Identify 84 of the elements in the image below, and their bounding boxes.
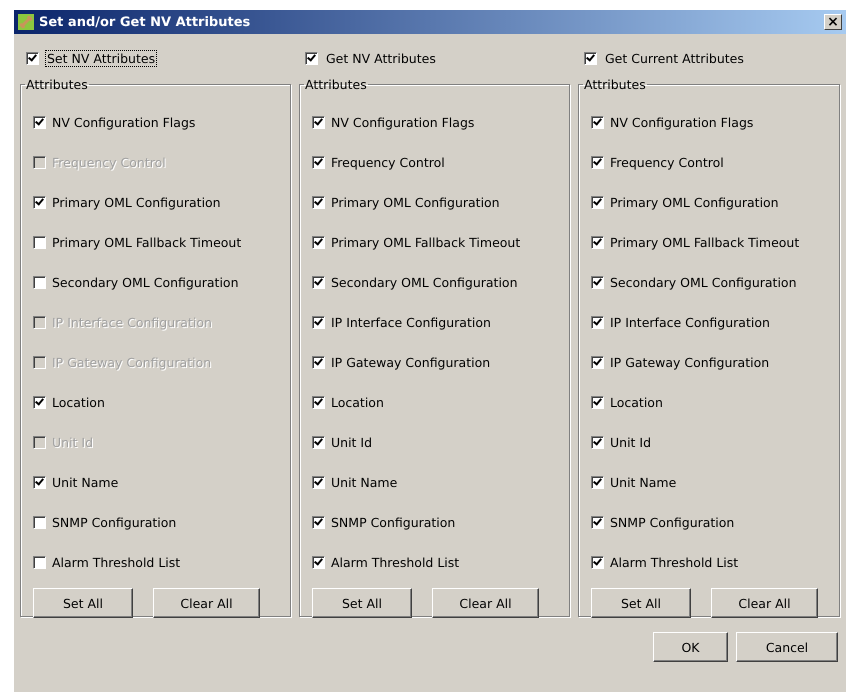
checkbox-label: Secondary OML Configuration — [610, 274, 797, 290]
checkbox-label: Primary OML Configuration — [331, 194, 500, 210]
checkbox[interactable] — [591, 436, 604, 448]
checkbox[interactable] — [312, 476, 325, 488]
action-button[interactable]: Clear All — [711, 588, 818, 618]
checkbox-label: Primary OML Configuration — [52, 194, 221, 210]
checkbox[interactable] — [312, 316, 325, 328]
checkbox[interactable] — [312, 436, 325, 448]
checkbox-label: Location — [610, 394, 663, 410]
checkbox-label: Primary OML Configuration — [610, 194, 779, 210]
checkbox[interactable] — [33, 396, 46, 408]
checkbox-label: Unit Id — [331, 434, 372, 450]
group-title: Attributes — [304, 77, 368, 92]
checkbox-label: IP Interface Configuration — [331, 314, 491, 330]
checkbox-label: Location — [52, 394, 105, 410]
checkbox[interactable] — [312, 276, 325, 288]
checkbox-label: NV Configuration Flags — [610, 114, 754, 130]
group-title: Attributes — [25, 77, 89, 92]
checkbox[interactable] — [591, 116, 604, 128]
checkbox-label: NV Configuration Flags — [331, 114, 474, 130]
checkbox[interactable] — [591, 196, 604, 208]
checkbox-label: Location — [331, 394, 384, 410]
checkbox[interactable] — [33, 116, 46, 128]
checkbox[interactable] — [33, 276, 46, 288]
checkbox[interactable] — [591, 516, 604, 528]
checkbox[interactable] — [591, 476, 604, 488]
checkbox[interactable] — [312, 236, 325, 248]
checkbox-label: Frequency Control — [610, 154, 724, 170]
group-title: Attributes — [583, 77, 647, 92]
action-button[interactable]: Set All — [591, 588, 691, 618]
action-button[interactable]: Set All — [312, 588, 412, 618]
checkbox[interactable] — [591, 356, 604, 368]
checkbox-label: Primary OML Fallback Timeout — [610, 234, 800, 250]
checkbox-label: IP Gateway Configuration — [610, 354, 770, 370]
checkbox-label: Primary OML Fallback Timeout — [331, 234, 520, 250]
checkbox[interactable] — [312, 196, 325, 208]
checkbox[interactable] — [33, 476, 46, 488]
checkbox[interactable] — [312, 556, 325, 568]
checkbox-label: Alarm Threshold List — [331, 554, 460, 570]
checkbox-label: Alarm Threshold List — [610, 554, 738, 570]
checkbox-label: Unit Name — [331, 474, 398, 490]
checkbox[interactable] — [33, 556, 46, 568]
checkbox[interactable] — [584, 52, 597, 64]
checkbox[interactable] — [591, 316, 604, 328]
checkbox-label: Primary OML Fallback Timeout — [52, 234, 242, 250]
checkbox[interactable] — [305, 52, 318, 64]
checkbox-label: Alarm Threshold List — [52, 554, 180, 570]
checkbox-label: IP Gateway Configuration — [331, 354, 490, 370]
checkbox[interactable] — [591, 236, 604, 248]
bone-icon — [18, 14, 34, 30]
action-button[interactable]: Clear All — [432, 588, 539, 618]
dialog-button[interactable]: Cancel — [736, 632, 838, 662]
checkbox-label: SNMP Configuration — [52, 514, 176, 530]
checkbox-label: SNMP Configuration — [331, 514, 456, 530]
checkbox-label: Set NV Attributes — [45, 50, 158, 66]
checkbox[interactable] — [33, 516, 46, 528]
checkbox-label: NV Configuration Flags — [52, 114, 196, 130]
close-button[interactable]: × — [824, 14, 842, 30]
action-button[interactable]: Set All — [33, 588, 133, 618]
checkbox[interactable] — [33, 196, 46, 208]
checkbox[interactable] — [312, 156, 325, 168]
checkbox-label: SNMP Configuration — [610, 514, 734, 530]
checkbox-label: Unit Name — [52, 474, 118, 490]
window-title: Set and/or Get NV Attributes — [39, 14, 252, 30]
checkbox-label: Get Current Attributes — [604, 50, 745, 66]
checkbox-label: IP Interface Configuration — [610, 314, 770, 330]
checkbox[interactable] — [312, 516, 325, 528]
dialog-button[interactable]: OK — [653, 632, 728, 662]
checkbox-label: Frequency Control — [331, 154, 445, 170]
checkbox-label: Unit Id — [610, 434, 652, 450]
checkbox[interactable] — [591, 556, 604, 568]
checkbox-label: Unit Name — [610, 474, 676, 490]
checkbox[interactable] — [591, 276, 604, 288]
action-button[interactable]: Clear All — [153, 588, 260, 618]
checkbox[interactable] — [312, 356, 325, 368]
checkbox[interactable] — [26, 52, 39, 64]
checkbox[interactable] — [312, 116, 325, 128]
checkbox-label: Get NV Attributes — [325, 50, 437, 66]
checkbox-label: Secondary OML Configuration — [52, 274, 239, 290]
checkbox[interactable] — [591, 156, 604, 168]
checkbox[interactable] — [312, 396, 325, 408]
checkbox[interactable] — [33, 236, 46, 248]
checkbox[interactable] — [591, 396, 604, 408]
checkbox-label: Secondary OML Configuration — [331, 274, 518, 290]
